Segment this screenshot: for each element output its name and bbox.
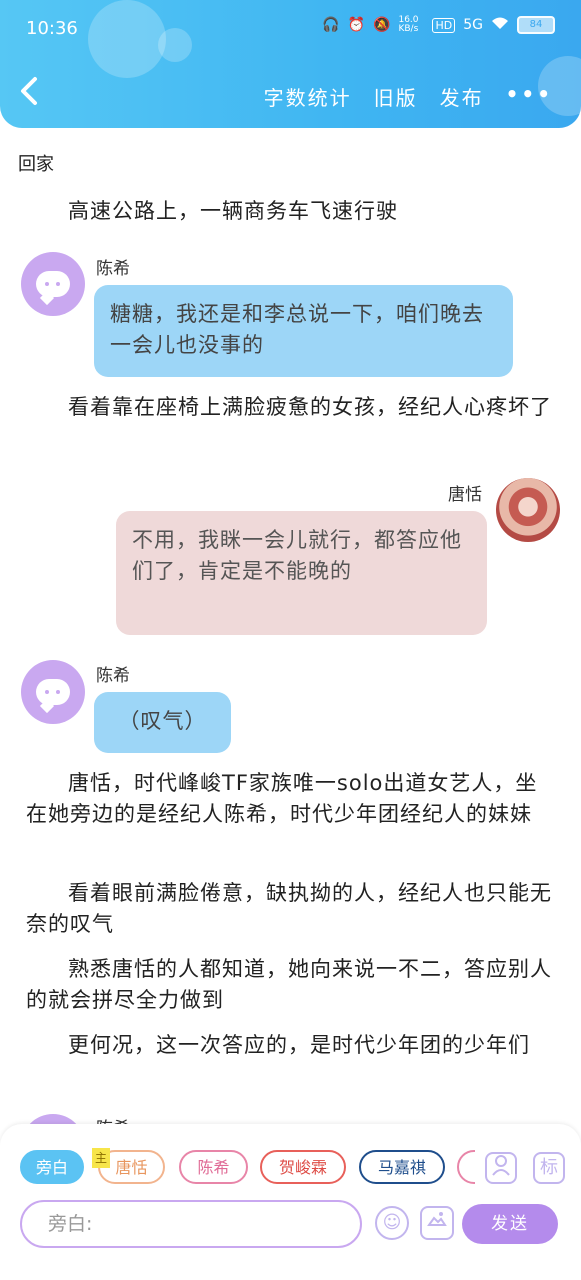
speaker-name: 陈希: [96, 259, 130, 279]
composer-panel: 旁白 主 唐恬 陈希 贺峻霖 马嘉祺 标 旁白: ☺ 发送: [0, 1124, 581, 1280]
narration-paragraph: 看着眼前满脸倦意，缺执拗的人，经纪人也只能无奈的叹气: [26, 881, 552, 936]
narration-paragraph: 看着靠在座椅上满脸疲惫的女孩，经纪人心疼坏了: [68, 395, 552, 419]
chapter-title: 回家: [18, 154, 54, 175]
alarm-icon: ⏰: [347, 17, 366, 33]
hd-badge: HD: [432, 17, 456, 33]
publish-button[interactable]: 发布: [440, 82, 484, 111]
person-icon[interactable]: [485, 1152, 517, 1184]
chat-message[interactable]: 不用，我眯一会儿就行，都答应他们了，肯定是不能晚的: [116, 511, 487, 635]
back-button[interactable]: [18, 76, 40, 112]
role-chip-more[interactable]: [457, 1150, 475, 1184]
mute-icon: 🔕: [373, 17, 391, 33]
story-content[interactable]: 回家 高速公路上，一辆商务车飞速行驶 陈希 糖糖，我还是和李总说一下，咱们晚去一…: [0, 128, 581, 1128]
signal-5g: 5G: [463, 17, 483, 33]
avatar-tangtian[interactable]: [496, 478, 560, 542]
speaker-name: 唐恬: [448, 485, 482, 505]
narration-paragraph: 更何况，这一次答应的，是时代少年团的少年们: [68, 1033, 530, 1057]
role-chip-majiaqi[interactable]: 马嘉祺: [359, 1150, 445, 1184]
headphone-icon: 🎧: [322, 17, 340, 33]
net-speed: 16.0 KB/s: [398, 15, 419, 34]
message-input[interactable]: 旁白:: [20, 1200, 362, 1248]
speaker-name: 陈希: [96, 666, 130, 686]
more-menu-button[interactable]: •••: [506, 82, 553, 111]
wifi-icon: [491, 16, 509, 34]
tag-icon[interactable]: 标: [533, 1152, 565, 1184]
status-icons: 🎧 ⏰ 🔕 16.0 KB/s HD 5G 84: [322, 16, 555, 34]
status-bar: 10:36 🎧 ⏰ 🔕 16.0 KB/s HD 5G 84: [0, 0, 581, 60]
chat-bubble-icon: [36, 679, 70, 705]
narration-paragraph: 唐恬，时代峰峻TF家族唯一solo出道女艺人，坐在她旁边的是经纪人陈希，时代少年…: [26, 771, 538, 826]
chat-message[interactable]: （叹气）: [94, 692, 231, 753]
old-version-button[interactable]: 旧版: [374, 82, 418, 111]
chevron-left-icon: [21, 77, 37, 105]
avatar-chenxi[interactable]: [21, 252, 85, 316]
battery-indicator: 84: [517, 16, 555, 34]
narration-paragraph: 熟悉唐恬的人都知道，她向来说一不二，答应别人的就会拼尽全力做到: [26, 957, 552, 1012]
nav-actions: 字数统计 旧版 发布 •••: [264, 82, 553, 111]
word-count-button[interactable]: 字数统计: [264, 82, 352, 111]
role-chip-hejunlin[interactable]: 贺峻霖: [260, 1150, 346, 1184]
role-chip-bar[interactable]: 旁白 主 唐恬 陈希 贺峻霖 马嘉祺: [20, 1148, 475, 1188]
narration-paragraph: 高速公路上，一辆商务车飞速行驶: [68, 199, 398, 223]
emoji-icon[interactable]: ☺: [375, 1206, 409, 1240]
send-button[interactable]: 发送: [462, 1204, 558, 1244]
avatar-chenxi[interactable]: [21, 660, 85, 724]
nav-bar: 字数统计 旧版 发布 •••: [0, 70, 581, 120]
chat-bubble-icon: [36, 271, 70, 297]
top-header: 10:36 🎧 ⏰ 🔕 16.0 KB/s HD 5G 84 字数统计 旧版 发…: [0, 0, 581, 128]
chat-message[interactable]: 糖糖，我还是和李总说一下，咱们晚去一会儿也没事的: [94, 285, 513, 377]
image-icon[interactable]: [420, 1206, 454, 1240]
status-time: 10:36: [26, 18, 78, 39]
role-chip-narration[interactable]: 旁白: [20, 1150, 84, 1184]
host-badge: 主: [92, 1148, 110, 1168]
role-chip-chenxi[interactable]: 陈希: [179, 1150, 248, 1184]
